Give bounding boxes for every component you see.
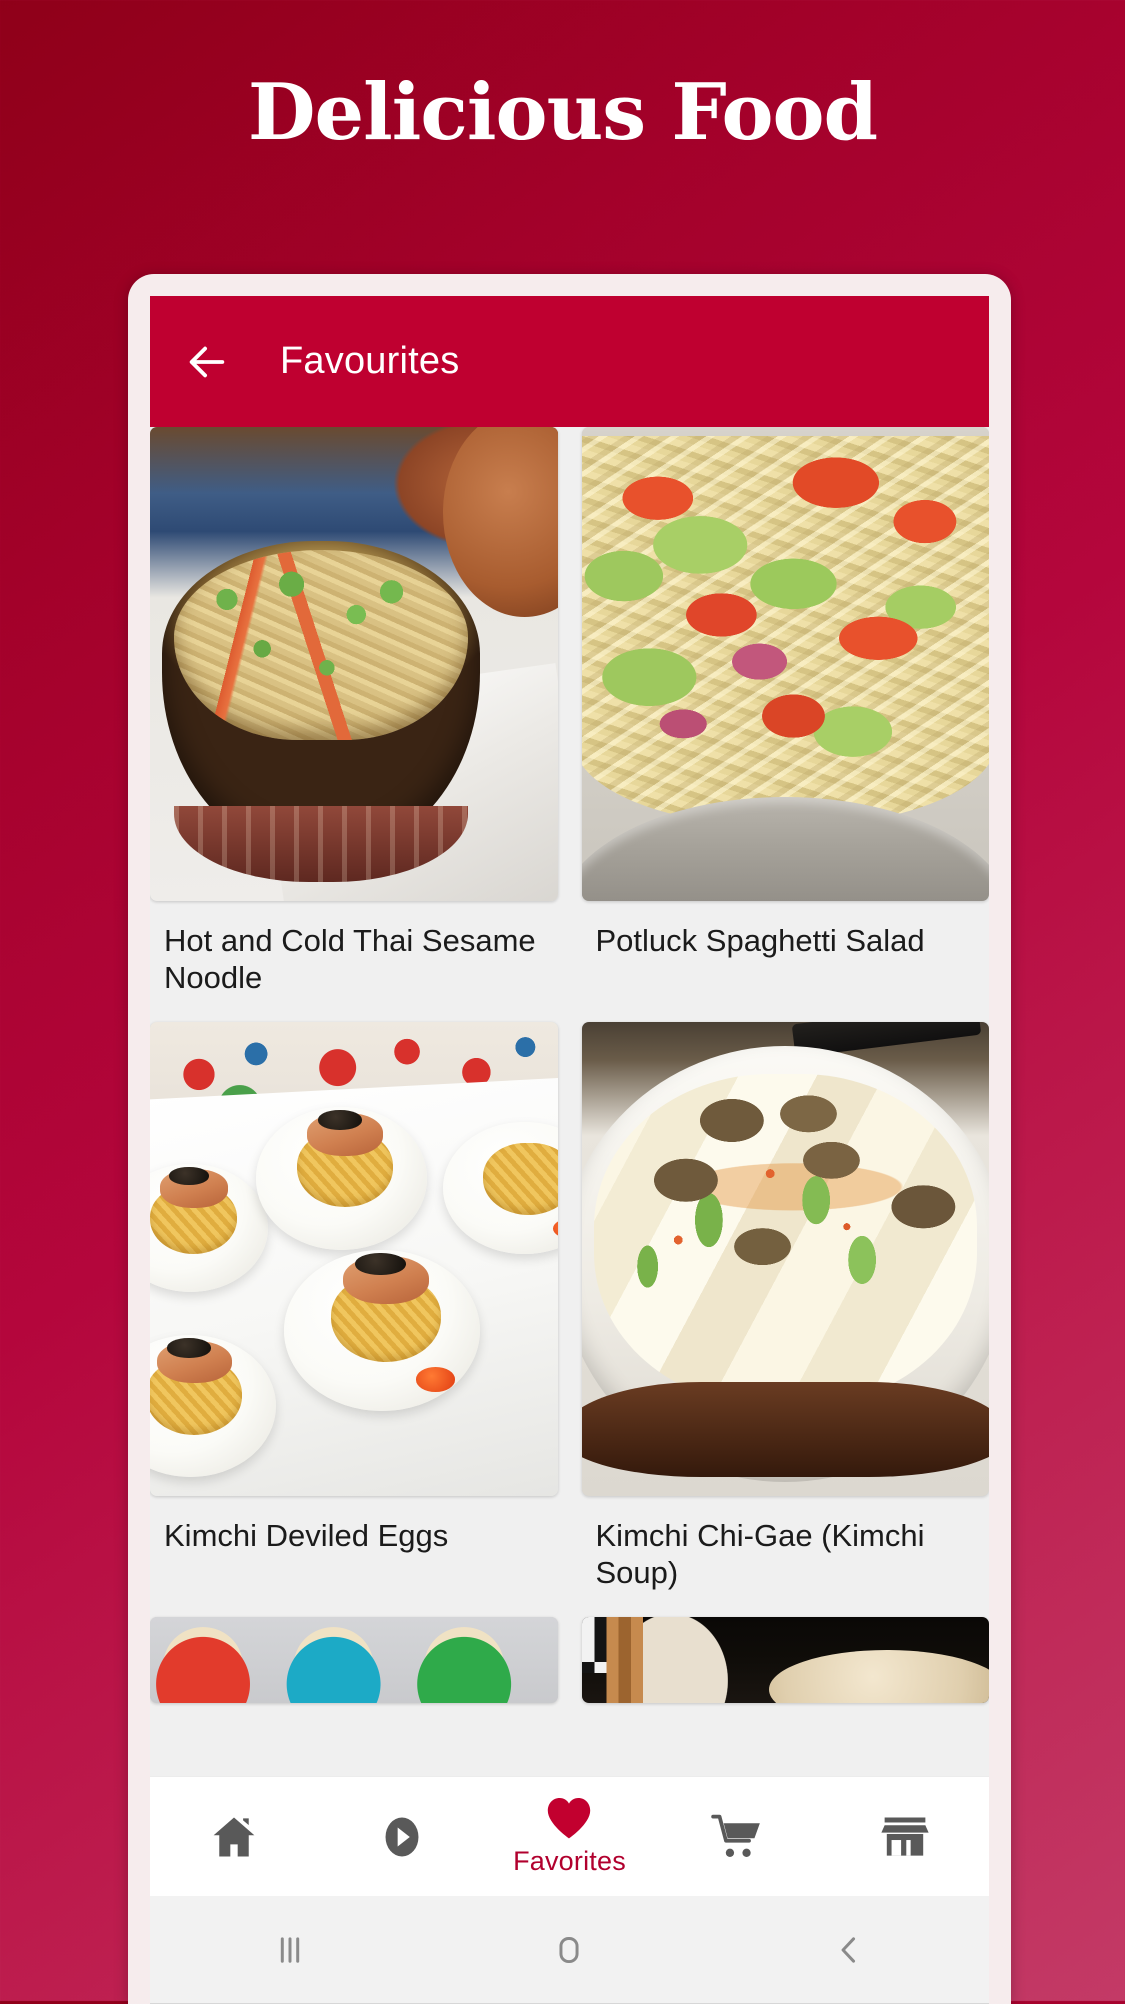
nav-item-videos[interactable] (318, 1777, 486, 1896)
app-bar: Favourites (150, 296, 989, 427)
nav-item-home[interactable] (150, 1777, 318, 1896)
recipe-title (582, 1703, 990, 1751)
kimchi-chi-gae-soup-photo (581, 1022, 989, 1497)
recipe-thumbnail[interactable] (150, 1022, 558, 1497)
phone-screen: Favourites Hot and Cold Thai Sesame Nood… (150, 296, 989, 2004)
recipe-card[interactable] (581, 1617, 990, 1751)
recipe-thumbnail[interactable] (150, 427, 558, 901)
arrow-left-icon[interactable] (184, 339, 230, 385)
app-bar-title: Favourites (280, 340, 460, 382)
recipe-title: Hot and Cold Thai Sesame Noodle (164, 923, 536, 995)
recipe-thumbnail[interactable] (581, 1617, 989, 1704)
nav-item-favorites[interactable]: Favorites (486, 1777, 654, 1896)
recipe-thumbnail[interactable] (581, 1022, 989, 1497)
recents-button[interactable] (172, 1896, 407, 2003)
recipe-card[interactable]: Potluck Spaghetti Salad (581, 427, 989, 1022)
cart-icon (711, 1814, 761, 1857)
recipe-card[interactable]: Hot and Cold Thai Sesame Noodle (150, 427, 558, 1022)
play-circle-icon (385, 1817, 419, 1856)
kimchi-deviled-eggs-photo (150, 1022, 558, 1497)
android-system-navigation (150, 1896, 989, 2004)
recipe-grid-scroll[interactable]: Hot and Cold Thai Sesame Noodle Potluck … (150, 427, 989, 1776)
recipe-title: Kimchi Chi-Gae (Kimchi Soup) (595, 1518, 925, 1590)
bottom-navigation-bar: Favorites (150, 1776, 989, 1896)
phone-mockup-frame: Favourites Hot and Cold Thai Sesame Nood… (128, 274, 1011, 2004)
recipe-thumbnail[interactable] (581, 427, 989, 901)
back-button[interactable] (732, 1896, 967, 2003)
recipe-card[interactable]: Kimchi Deviled Eggs (150, 1022, 558, 1617)
nav-item-cart[interactable] (653, 1777, 821, 1896)
rice-krispie-cups-photo (150, 1617, 558, 1704)
recipe-thumbnail[interactable] (150, 1617, 558, 1704)
recipe-title: Potluck Spaghetti Salad (595, 923, 925, 958)
home-square-icon (559, 1936, 580, 1963)
bread-basket-photo (581, 1617, 989, 1704)
back-chevron-icon (841, 1936, 856, 1963)
heart-icon (548, 1798, 591, 1839)
thai-sesame-noodle-bowl-photo (150, 427, 558, 901)
recents-icon (280, 1936, 300, 1963)
recipe-title: Kimchi Deviled Eggs (164, 1518, 449, 1554)
page-title: Delicious Food (247, 67, 878, 158)
recipe-grid: Hot and Cold Thai Sesame Noodle Potluck … (150, 427, 989, 1751)
recipe-card[interactable] (150, 1617, 558, 1751)
recipe-title (150, 1703, 558, 1751)
nav-label-favorites: Favorites (513, 1846, 626, 1876)
potluck-spaghetti-salad-photo (581, 427, 989, 901)
recipe-card[interactable]: Kimchi Chi-Gae (Kimchi Soup) (581, 1022, 989, 1617)
home-icon (213, 1817, 255, 1856)
home-button[interactable] (452, 1896, 687, 2003)
store-icon (881, 1817, 929, 1856)
nav-item-store[interactable] (821, 1777, 989, 1896)
